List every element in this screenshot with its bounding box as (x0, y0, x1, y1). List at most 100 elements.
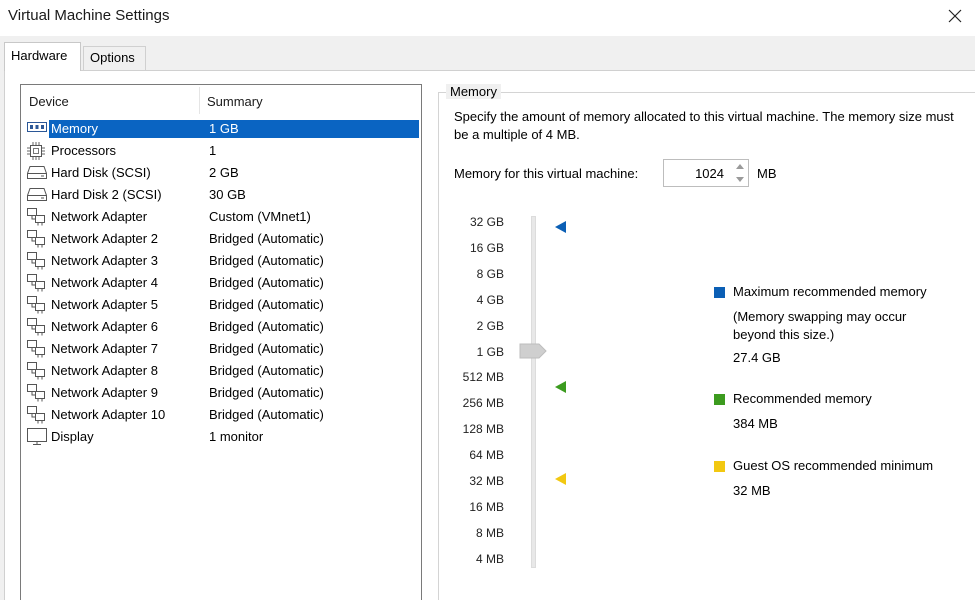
hard-disk-icon (27, 186, 47, 204)
scale-tick-label: 256 MB (462, 396, 504, 411)
network-adapter-icon (27, 252, 47, 270)
device-name: Network Adapter 9 (51, 385, 158, 400)
network-adapter-icon (27, 384, 47, 402)
device-row[interactable]: Network Adapter 7 Bridged (Automatic) (21, 338, 421, 360)
device-summary: Bridged (Automatic) (209, 253, 324, 268)
device-row[interactable]: Network Adapter 5 Bridged (Automatic) (21, 294, 421, 316)
device-row[interactable]: Processors 1 (21, 140, 421, 162)
network-adapter-icon (27, 208, 47, 226)
column-divider[interactable] (199, 87, 200, 114)
scale-tick-label: 8 MB (475, 525, 504, 540)
device-name: Hard Disk 2 (SCSI) (51, 187, 162, 202)
scale-tick-label: 4 MB (475, 551, 504, 566)
stepper-down-button[interactable] (731, 173, 748, 186)
processor-icon (27, 142, 47, 160)
memory-icon (27, 120, 47, 138)
recommended-value: 384 MB (733, 416, 778, 431)
chevron-up-icon (735, 164, 744, 169)
device-summary: Bridged (Automatic) (209, 407, 324, 422)
recommended-swatch (714, 394, 725, 405)
network-adapter-icon (27, 230, 47, 248)
device-summary: 1 (209, 143, 217, 158)
memory-slider-track[interactable] (531, 216, 536, 568)
close-button[interactable] (935, 0, 975, 32)
device-row[interactable]: Display 1 monitor (21, 426, 421, 448)
device-name: Network Adapter (51, 209, 148, 224)
device-name: Network Adapter 10 (51, 407, 166, 422)
device-row[interactable]: Network Adapter Custom (VMnet1) (21, 206, 421, 228)
column-header-summary[interactable]: Summary (207, 94, 263, 109)
tab-options[interactable]: Options (83, 46, 146, 70)
guest-os-minimum-value: 32 MB (733, 483, 771, 498)
scale-tick-label: 512 MB (462, 370, 504, 385)
device-name: Network Adapter 5 (51, 297, 158, 312)
scale-tick-label: 32 MB (469, 474, 504, 488)
tab-hardware[interactable]: Hardware (4, 42, 81, 71)
device-name: Processors (51, 143, 117, 158)
max-recommended-swatch (714, 287, 725, 298)
guest-os-minimum-swatch (714, 461, 725, 472)
network-adapter-icon (27, 296, 47, 314)
device-summary: Bridged (Automatic) (209, 231, 324, 246)
device-summary: Bridged (Automatic) (209, 341, 324, 356)
device-summary: Custom (VMnet1) (209, 209, 311, 224)
column-header-device[interactable]: Device (29, 94, 69, 109)
device-summary: 1 GB (209, 121, 239, 136)
device-row[interactable]: Network Adapter 4 Bridged (Automatic) (21, 272, 421, 294)
memory-unit-label: MB (757, 166, 777, 181)
device-name: Network Adapter 4 (51, 275, 158, 290)
max-recommended-value: 27.4 GB (733, 350, 781, 365)
scale-tick-label: 1 GB (476, 344, 504, 359)
scale-tick-label: 2 GB (476, 318, 504, 333)
max-recommended-title: Maximum recommended memory (733, 284, 927, 299)
scale-tick-label: 64 MB (469, 448, 504, 463)
device-name: Network Adapter 7 (51, 341, 158, 356)
device-list[interactable]: Device Summary Memory 1 GB Processors 1 Hard… (20, 84, 422, 600)
device-row[interactable]: Memory 1 GB (21, 118, 421, 140)
scale-tick-label: 128 MB (462, 422, 504, 437)
device-row[interactable]: Hard Disk (SCSI) 2 GB (21, 162, 421, 184)
guest-os-minimum-title: Guest OS recommended minimum (733, 458, 934, 473)
max-recommended-note: (Memory swapping may occur beyond this s… (733, 309, 907, 342)
device-summary: Bridged (Automatic) (209, 319, 324, 334)
display-icon (27, 428, 47, 446)
max-recommended-marker (555, 221, 566, 233)
device-summary: 1 monitor (209, 429, 264, 444)
network-adapter-icon (27, 340, 47, 358)
chevron-down-icon (735, 177, 744, 182)
scale-tick-label: 16 GB (469, 240, 504, 255)
device-summary: Bridged (Automatic) (209, 363, 324, 378)
device-summary: Bridged (Automatic) (209, 297, 324, 312)
device-row[interactable]: Network Adapter 9 Bridged (Automatic) (21, 382, 421, 404)
memory-stepper[interactable] (663, 159, 749, 187)
scale-tick-label: 16 MB (469, 499, 504, 514)
memory-value-input[interactable] (664, 160, 730, 186)
device-row[interactable]: Hard Disk 2 (SCSI) 30 GB (21, 184, 421, 206)
device-summary: Bridged (Automatic) (209, 385, 324, 400)
device-row[interactable]: Network Adapter 8 Bridged (Automatic) (21, 360, 421, 382)
device-name: Hard Disk (SCSI) (51, 165, 151, 180)
device-name: Network Adapter 2 (51, 231, 158, 246)
scale-tick-label: 4 GB (476, 292, 504, 307)
guest-os-minimum-marker (555, 473, 566, 485)
scale-tick-label: 32 GB (469, 215, 504, 229)
device-row[interactable]: Network Adapter 3 Bridged (Automatic) (21, 250, 421, 272)
recommended-marker (555, 381, 566, 393)
device-row[interactable]: Network Adapter 2 Bridged (Automatic) (21, 228, 421, 250)
window-title: Virtual Machine Settings (8, 7, 170, 24)
memory-slider-thumb[interactable] (519, 343, 547, 359)
stepper-up-button[interactable] (731, 160, 748, 173)
device-name: Network Adapter 8 (51, 363, 158, 378)
memory-group-title: Memory (446, 84, 501, 99)
network-adapter-icon (27, 406, 47, 424)
network-adapter-icon (27, 362, 47, 380)
device-name: Display (51, 429, 94, 444)
memory-description: Specify the amount of memory allocated t… (454, 109, 954, 142)
device-row[interactable]: Network Adapter 10 Bridged (Automatic) (21, 404, 421, 426)
device-row[interactable]: Network Adapter 6 Bridged (Automatic) (21, 316, 421, 338)
device-name: Network Adapter 6 (51, 319, 158, 334)
device-summary: 30 GB (209, 187, 246, 202)
hard-disk-icon (27, 164, 47, 182)
device-name: Network Adapter 3 (51, 253, 158, 268)
device-summary: 2 GB (209, 165, 239, 180)
